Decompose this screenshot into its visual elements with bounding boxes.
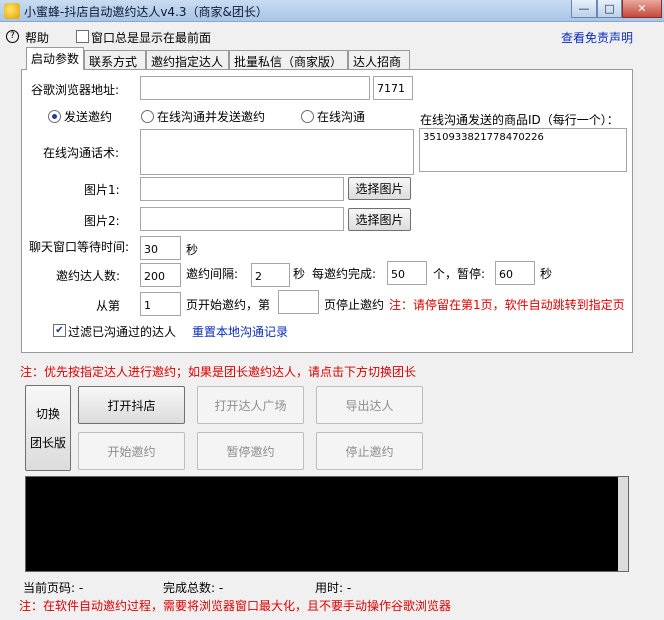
always-top-checkbox[interactable] — [76, 30, 89, 43]
help-menu[interactable]: 帮助 — [25, 29, 49, 46]
filter-contacted-checkbox[interactable] — [53, 324, 66, 337]
pause-unit: 秒 — [540, 267, 553, 281]
pause-label: 个，暂停: — [433, 267, 486, 281]
stop-page-input[interactable] — [278, 290, 319, 314]
disclaimer-link[interactable]: 查看免责声明 — [561, 29, 633, 46]
invite-count-label: 邀约达人数: — [56, 269, 121, 283]
priority-note: 注：优先按指定达人进行邀约；如果是团长邀约达人，请点击下方切换团长 — [20, 365, 417, 379]
tab-bulk-message[interactable]: 批量私信（商家版） — [229, 50, 348, 69]
chat-only-radio[interactable] — [301, 110, 314, 123]
chat-script-label: 在线沟通话术: — [43, 146, 120, 160]
tab-invite-specific[interactable]: 邀约指定达人 — [146, 50, 229, 69]
chat-only-label[interactable]: 在线沟通 — [317, 108, 365, 125]
tab-start-params[interactable]: 启动参数 — [26, 47, 84, 70]
start-invite-button[interactable]: 开始邀约 — [78, 432, 185, 470]
log-console[interactable] — [25, 476, 629, 572]
pause-input[interactable]: 60 — [495, 261, 535, 285]
close-button[interactable]: ✕ — [622, 0, 662, 18]
product-id-label: 在线沟通发送的商品ID（每行一个）： — [420, 113, 619, 127]
tab-contact[interactable]: 联系方式 — [84, 50, 146, 69]
minimize-button[interactable]: — — [571, 0, 597, 18]
stop-invite-button[interactable]: 停止邀约 — [316, 432, 423, 470]
browser-address-input[interactable] — [140, 76, 370, 100]
page-note: 注：请停留在第1页，软件自动跳转到指定页 — [389, 298, 625, 312]
help-icon[interactable]: ? — [6, 30, 19, 43]
image2-label: 图片2: — [84, 214, 120, 228]
tab-recruit[interactable]: 达人招商 — [348, 50, 410, 69]
total-done-status: 完成总数: - — [163, 581, 224, 595]
invite-interval-label: 邀约间隔: — [186, 267, 239, 281]
invite-interval-input[interactable]: 2 — [251, 263, 290, 287]
port-input[interactable]: 7171 — [373, 76, 413, 100]
start-page-label: 页开始邀约，第 — [186, 298, 271, 312]
time-used-status: 用时: - — [315, 581, 352, 595]
switch-team-leader-button[interactable]: 切换 团长版 — [25, 385, 71, 471]
image1-input[interactable] — [140, 177, 344, 201]
wait-time-input[interactable]: 30 — [140, 236, 181, 260]
filter-contacted-label[interactable]: 过滤已沟通过的达人 — [68, 323, 176, 340]
send-invite-radio[interactable] — [48, 110, 61, 123]
browser-note: 注：在软件自动邀约过程，需要将浏览器窗口最大化，且不要手动操作谷歌浏览器 — [19, 599, 452, 613]
console-scrollbar[interactable] — [618, 477, 628, 571]
product-id-textarea[interactable]: 3510933821778470226 — [419, 128, 627, 172]
bee-app-icon — [4, 3, 20, 19]
from-page-label: 从第 — [96, 299, 121, 313]
choose-image1-button[interactable]: 选择图片 — [348, 177, 411, 200]
always-top-label[interactable]: 窗口总是显示在最前面 — [91, 29, 211, 46]
reset-records-link[interactable]: 重置本地沟通记录 — [192, 323, 288, 340]
switch-line1: 切换 — [35, 407, 60, 421]
every-completed-label: 每邀约完成: — [312, 267, 377, 281]
image1-label: 图片1: — [84, 183, 120, 197]
pause-invite-button[interactable]: 暂停邀约 — [197, 432, 304, 470]
browser-address-label: 谷歌浏览器地址: — [31, 83, 120, 97]
open-douyin-button[interactable]: 打开抖店 — [78, 386, 185, 424]
chat-and-invite-label[interactable]: 在线沟通并发送邀约 — [157, 108, 265, 125]
image2-input[interactable] — [140, 207, 344, 231]
switch-line2: 团长版 — [29, 436, 66, 450]
start-page-input[interactable]: 1 — [140, 292, 181, 316]
every-completed-input[interactable]: 50 — [387, 261, 427, 285]
open-plaza-button[interactable]: 打开达人广场 — [197, 386, 304, 424]
maximize-button[interactable]: □ — [597, 0, 622, 18]
window-title: 小蜜蜂-抖店自动邀约达人v4.3（商家&团长） — [24, 5, 268, 19]
invite-interval-unit: 秒 — [293, 267, 306, 281]
invite-count-input[interactable]: 200 — [140, 263, 181, 287]
current-page-status: 当前页码: - — [23, 581, 84, 595]
wait-time-label: 聊天窗口等待时间: — [29, 240, 130, 254]
wait-time-unit: 秒 — [186, 243, 199, 257]
chat-script-textarea[interactable] — [140, 129, 414, 175]
stop-page-label: 页停止邀约 — [324, 298, 385, 312]
send-invite-label[interactable]: 发送邀约 — [64, 108, 112, 125]
choose-image2-button[interactable]: 选择图片 — [348, 208, 411, 231]
export-button[interactable]: 导出达人 — [316, 386, 423, 424]
chat-and-invite-radio[interactable] — [141, 110, 154, 123]
